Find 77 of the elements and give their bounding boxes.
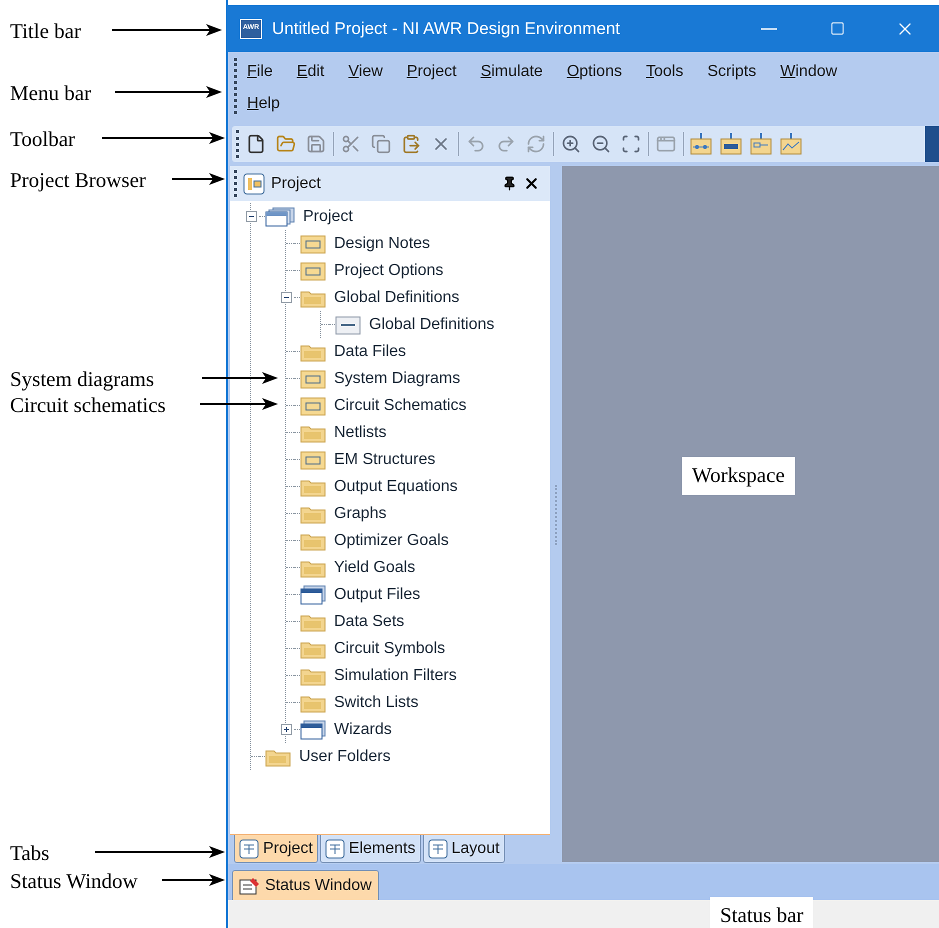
tree-item[interactable]: Project <box>303 204 353 228</box>
annotation-label: Tabs <box>10 840 50 867</box>
tree-item[interactable]: Simulation Filters <box>334 664 457 688</box>
tree-item[interactable]: Output Equations <box>334 474 458 498</box>
dock-tab[interactable]: Status Window <box>232 870 379 900</box>
plus-icon <box>282 726 290 733</box>
card-icon <box>300 260 326 280</box>
tree-item[interactable]: Optimizer Goals <box>334 528 449 552</box>
arrow <box>172 173 225 185</box>
annotation-label: Circuit schematics <box>10 392 166 419</box>
menu-item[interactable]: Scripts <box>707 58 780 86</box>
menu-item[interactable]: File <box>247 58 297 86</box>
annotation-label: Menu bar <box>10 80 92 107</box>
tree-item[interactable]: Design Notes <box>334 232 430 256</box>
annotation-label: Toolbar <box>10 126 76 153</box>
tree-item[interactable]: User Folders <box>299 744 391 768</box>
tree-item[interactable]: Project Options <box>334 258 444 282</box>
arrow <box>162 874 225 886</box>
annotation-label: System diagrams <box>10 366 154 393</box>
tree-item[interactable]: Circuit Symbols <box>334 636 446 660</box>
menu-item[interactable]: Simulate <box>480 58 567 86</box>
menu-item[interactable]: Help <box>247 90 304 118</box>
menu-item[interactable]: View <box>348 58 407 86</box>
tab-icon <box>428 838 448 858</box>
menu-item[interactable]: Project <box>406 58 481 86</box>
tab-icon <box>239 838 259 858</box>
card-icon <box>300 450 326 470</box>
menu-item[interactable]: Options <box>566 58 646 86</box>
window-title: Untitled Project - NI AWR Design Environment <box>272 18 620 40</box>
pin-button[interactable] <box>502 176 517 191</box>
panel-tab[interactable]: Project <box>234 835 318 863</box>
annotation-label: Status Window <box>10 868 138 895</box>
tree-item[interactable]: Yield Goals <box>334 556 416 580</box>
menu-item[interactable]: Edit <box>296 58 348 86</box>
minus-icon <box>282 294 290 301</box>
status-icon <box>239 876 261 896</box>
expand-button[interactable] <box>280 724 292 735</box>
tree-item[interactable]: Graphs <box>334 502 386 526</box>
panel-tab[interactable]: Layout <box>422 835 505 863</box>
tree-item[interactable]: Global Definitions <box>369 312 494 336</box>
annotation-label: Status bar <box>710 897 814 928</box>
tab-icon <box>324 838 345 858</box>
annotation-label: Project Browser <box>10 167 146 194</box>
panel-title: Project <box>271 174 321 194</box>
layout-block-icon[interactable] <box>718 131 744 157</box>
menu-item[interactable]: Tools <box>646 58 708 86</box>
window-icon <box>300 584 326 604</box>
collapse-button[interactable] <box>246 211 256 222</box>
tree-item[interactable]: Wizards <box>334 718 392 742</box>
tree-item[interactable]: System Diagrams <box>334 366 460 390</box>
card-icon <box>300 396 326 416</box>
circuit-block-icon[interactable] <box>748 131 774 157</box>
project-tree-icon <box>243 172 265 194</box>
collapse-button[interactable] <box>280 292 292 303</box>
maximize-icon <box>830 21 844 36</box>
minimize-icon <box>761 28 777 30</box>
card-icon <box>300 368 326 388</box>
tree-item[interactable]: EM Structures <box>334 448 436 472</box>
schematic-icon[interactable] <box>688 131 714 157</box>
graph-block-icon[interactable] <box>778 131 804 157</box>
tree-item[interactable]: Data Files <box>334 340 406 364</box>
tree-item[interactable]: Output Files <box>334 582 420 606</box>
tree-item[interactable]: Netlists <box>334 420 386 444</box>
minus-icon <box>248 213 254 220</box>
close-panel-button[interactable] <box>523 175 540 192</box>
page-icon <box>335 314 361 334</box>
card-icon <box>300 234 326 254</box>
annotation-label: Workspace <box>682 457 795 494</box>
tree-item[interactable]: Data Sets <box>334 610 404 634</box>
menu-item[interactable]: Window <box>780 58 862 86</box>
tree-item[interactable]: Global Definitions <box>334 286 460 310</box>
window-stack-icon <box>265 206 295 226</box>
panel-tab[interactable]: Elements <box>320 835 420 863</box>
window-icon <box>300 720 326 740</box>
annotation-label: Title bar <box>10 18 81 45</box>
tree-item[interactable]: Switch Lists <box>334 690 418 714</box>
tree-item[interactable]: Circuit Schematics <box>334 394 466 418</box>
